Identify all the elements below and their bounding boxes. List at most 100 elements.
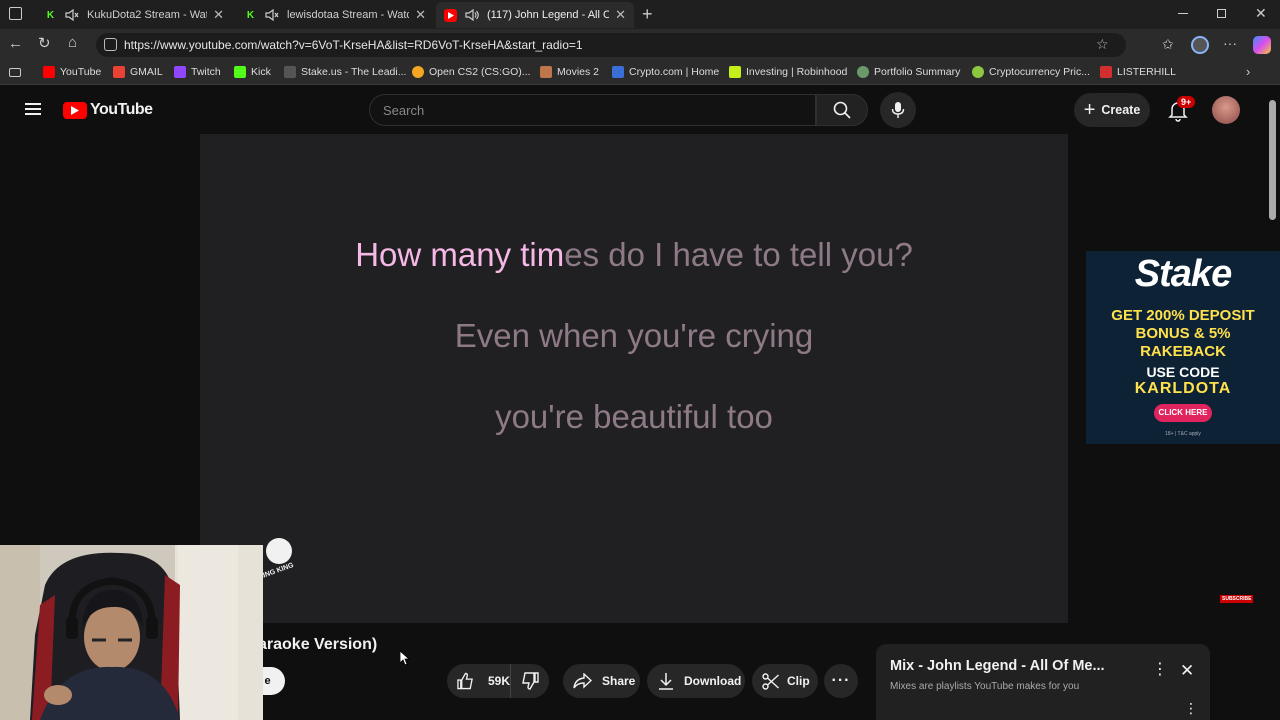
browser-tab-youtube[interactable]: (117) John Legend - All Of Me ✕ [436, 2, 634, 28]
like-button[interactable]: 59K [447, 664, 511, 698]
scrollbar-thumb[interactable] [1269, 100, 1276, 220]
home-icon[interactable]: ⌂ [68, 34, 77, 51]
favorites-icon[interactable]: ✩ [1162, 36, 1174, 53]
mix-playlist-panel: Mix - John Legend - All Of Me... Mixes a… [876, 644, 1210, 720]
more-actions-button[interactable]: ··· [824, 664, 858, 698]
bookmark-youtube[interactable]: YouTube [43, 66, 101, 78]
close-window-icon[interactable]: ✕ [1255, 5, 1267, 22]
twitch-favicon-icon [174, 66, 186, 78]
download-button[interactable]: Download [647, 664, 745, 698]
kick-favicon-icon: K [46, 9, 55, 21]
mix-item-more-icon[interactable]: ⋮ [1184, 701, 1198, 715]
video-player[interactable]: How many times do I have to tell you? Ev… [200, 134, 1254, 623]
restore-window-icon[interactable] [1217, 9, 1226, 18]
bookmark-label: YouTube [60, 66, 102, 78]
ad-line-4: USE CODE [1146, 364, 1220, 380]
new-tab-icon[interactable]: + [642, 4, 653, 25]
bookmark-gmail[interactable]: GMAIL [113, 66, 163, 78]
bookmark-cs2[interactable]: Open CS2 (CS:GO)... [412, 66, 531, 78]
sing-king-text: SING KING [257, 561, 295, 582]
close-tab-icon[interactable]: ✕ [213, 7, 224, 23]
copilot-icon[interactable] [1253, 36, 1271, 54]
close-tab-icon[interactable]: ✕ [615, 7, 626, 23]
video-title: araoke Version) [258, 636, 378, 653]
subscribe-label: e [264, 675, 271, 687]
cryptocurrency-favicon-icon [972, 66, 984, 78]
subscribe-watermark[interactable]: SUBSCRIBE [1220, 595, 1254, 603]
speaker-icon[interactable] [465, 9, 479, 21]
browser-tab-lewisdotaa[interactable]: K lewisdotaa Stream - Watch Live ✕ [236, 2, 434, 28]
clip-label: Clip [787, 674, 810, 688]
search-input[interactable]: Search [369, 94, 816, 126]
more-menu-icon[interactable]: ··· [1223, 35, 1237, 51]
bookmark-label: LISTERHILL [1117, 66, 1176, 78]
reload-icon[interactable]: ↻ [38, 34, 51, 52]
dislike-button[interactable] [511, 664, 549, 698]
address-bar[interactable]: https://www.youtube.com/watch?v=6VoT-Krs… [96, 33, 1126, 57]
url-text: https://www.youtube.com/watch?v=6VoT-Krs… [124, 38, 583, 52]
bookmark-movies[interactable]: Movies 2 [540, 66, 599, 78]
profile-icon[interactable] [1191, 36, 1209, 54]
mix-more-icon[interactable]: ⋮ [1152, 662, 1168, 678]
menu-icon[interactable] [25, 103, 41, 115]
browser-tab-kukudota2[interactable]: K KukuDota2 Stream - Watch Live ✕ [36, 2, 232, 28]
sing-king-logo-icon [266, 538, 292, 564]
tab-title: (117) John Legend - All Of Me [487, 9, 610, 21]
tab-title: KukuDota2 Stream - Watch Live [87, 9, 207, 21]
stake-ad-overlay[interactable]: Stake GET 200% DEPOSIT BONUS & 5% RAKEBA… [1086, 251, 1280, 444]
bookmark-twitch[interactable]: Twitch [174, 66, 221, 78]
notifications-button[interactable]: 9+ [1166, 96, 1196, 122]
bookmark-kick[interactable]: Kick [234, 66, 271, 78]
bookmarks-overflow-icon[interactable]: › [1246, 64, 1250, 79]
bookmark-listerhill[interactable]: LISTERHILL [1100, 66, 1176, 78]
site-info-icon[interactable] [104, 38, 117, 51]
muted-speaker-icon[interactable] [65, 9, 79, 21]
movies-favicon-icon [540, 66, 552, 78]
bookmark-robinhood[interactable]: Investing | Robinhood [729, 66, 847, 78]
ad-code: KARLDOTA [1134, 380, 1232, 397]
robinhood-favicon-icon [729, 66, 741, 78]
webcam-overlay [0, 545, 263, 720]
share-button[interactable]: Share [563, 664, 640, 698]
create-label: Create [1101, 103, 1141, 117]
tab-actions-icon[interactable] [9, 7, 22, 20]
browser-tab-strip: K KukuDota2 Stream - Watch Live ✕ K lewi… [0, 0, 1280, 29]
kick-favicon-icon [234, 66, 246, 78]
mix-title[interactable]: Mix - John Legend - All Of Me... [890, 658, 1105, 674]
bookmark-label: Crypto.com | Home [629, 66, 720, 78]
favorite-star-icon[interactable]: ☆ [1096, 36, 1109, 53]
bookmark-label: GMAIL [130, 66, 163, 78]
close-tab-icon[interactable]: ✕ [415, 7, 426, 23]
thumbs-up-icon [457, 672, 473, 690]
youtube-logo-text: YouTube [90, 101, 153, 118]
muted-speaker-icon[interactable] [265, 9, 279, 21]
more-horizontal-icon: ··· [831, 672, 851, 689]
youtube-logo-icon [63, 101, 87, 119]
back-icon[interactable]: ← [8, 35, 23, 52]
search-button[interactable] [816, 94, 868, 126]
youtube-logo[interactable]: YouTube [63, 101, 153, 119]
bookmark-crypto-com[interactable]: Crypto.com | Home [612, 66, 719, 78]
bookmark-label: Cryptocurrency Pric... [989, 66, 1090, 78]
create-button[interactable]: + Create [1074, 93, 1150, 127]
portfolio-favicon-icon [857, 66, 869, 78]
browser-toolbar: ← ↻ ⌂ https://www.youtube.com/watch?v=6V… [0, 29, 1280, 62]
ad-fine-print: 18+ | T&C apply [1165, 431, 1201, 437]
collections-icon[interactable] [9, 68, 21, 77]
bookmark-label: Portfolio Summary [874, 66, 961, 78]
cs2-favicon-icon [412, 66, 424, 78]
clip-button[interactable]: Clip [752, 664, 818, 698]
voice-search-button[interactable] [880, 92, 916, 128]
thumbs-down-icon [522, 672, 539, 690]
bookmark-label: Stake.us - The Leadi... [301, 66, 407, 78]
ad-brand: Stake [1134, 253, 1232, 295]
mix-close-icon[interactable]: ✕ [1180, 662, 1194, 679]
avatar[interactable] [1212, 96, 1240, 124]
minimize-window-icon[interactable] [1178, 13, 1188, 14]
ad-cta-button[interactable]: CLICK HERE [1154, 404, 1212, 422]
like-dislike-group: 59K [447, 664, 549, 698]
bookmark-cryptocurrency[interactable]: Cryptocurrency Pric... [972, 66, 1090, 78]
bookmark-portfolio[interactable]: Portfolio Summary [857, 66, 960, 78]
youtube-favicon-icon [43, 66, 55, 78]
bookmark-stake[interactable]: Stake.us - The Leadi... [284, 66, 406, 78]
